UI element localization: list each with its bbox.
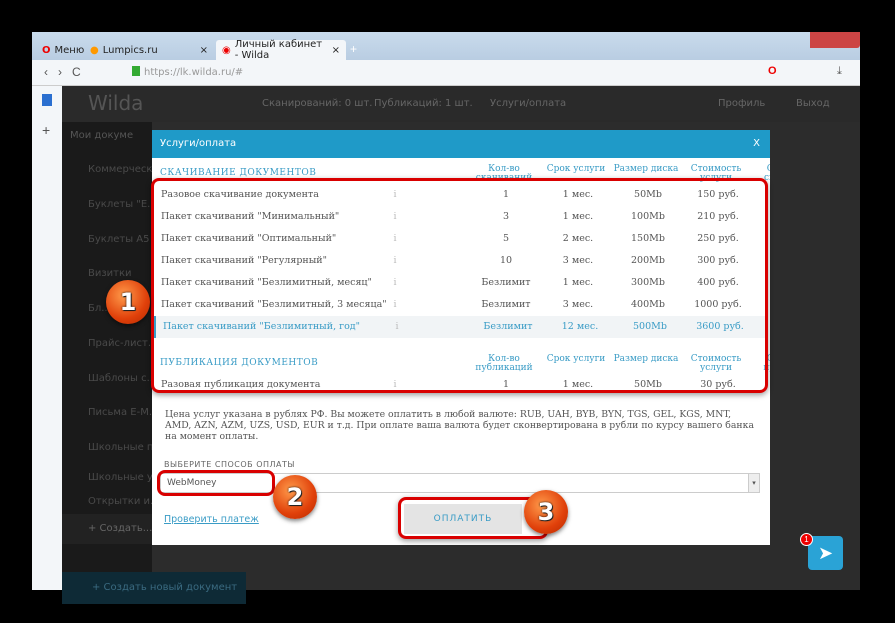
- create-new-document-button[interactable]: + Создать новый документ: [62, 572, 246, 604]
- paper-plane-icon: ➤: [817, 543, 834, 563]
- create-new-label: + Создать новый документ: [92, 582, 238, 593]
- highlight-box-2: [157, 470, 275, 496]
- logo[interactable]: Wilda: [88, 91, 143, 115]
- window-close-button[interactable]: [810, 32, 860, 48]
- opera-sidebar: +: [32, 86, 62, 590]
- wilda-icon: ◉: [222, 44, 231, 56]
- nav-logout[interactable]: Выход: [796, 98, 830, 109]
- close-tab-icon[interactable]: ×: [332, 45, 340, 56]
- highlight-box-1: [151, 178, 768, 393]
- opera-icon: O: [42, 44, 51, 56]
- column-header: Срок услуги: [546, 164, 606, 174]
- sidebar-item[interactable]: Письма E-M...: [88, 407, 152, 418]
- sidebar-item[interactable]: Школьные ур...: [88, 472, 152, 483]
- sidebar-item[interactable]: Буклеты А5: [88, 234, 152, 245]
- chevron-down-icon[interactable]: ▾: [748, 474, 759, 492]
- modal-title: Услуги/оплата: [160, 138, 237, 149]
- tab-label: Личный кабинет - Wilda: [234, 39, 323, 61]
- payment-method-label: ВЫБЕРИТЕ СПОСОБ ОПЛАТЫ: [164, 460, 295, 469]
- create-label: + Создать...: [88, 523, 152, 534]
- sidebar-item[interactable]: Школьные пр...: [88, 442, 152, 453]
- close-button[interactable]: X: [753, 130, 760, 158]
- tab-lumpics[interactable]: ● Lumpics.ru ×: [84, 40, 214, 60]
- nav-scans[interactable]: Сканирований: 0 шт.: [262, 98, 372, 109]
- sidebar-item[interactable]: Коммерческ...: [88, 164, 152, 175]
- url-field[interactable]: https://lk.wilda.ru/#: [144, 64, 764, 82]
- address-bar: ‹›C https://lk.wilda.ru/# O ⤓: [32, 60, 860, 86]
- step-badge-1: 1: [106, 280, 150, 324]
- step-badge-3: 3: [524, 490, 568, 534]
- nav-services[interactable]: Услуги/оплата: [490, 98, 566, 109]
- section-title: СКАЧИВАНИЕ ДОКУМЕНТОВ: [160, 168, 317, 178]
- site-header: Wilda Сканирований: 0 шт. Публикаций: 1 …: [62, 86, 860, 122]
- sidebar-item[interactable]: Визитки: [88, 268, 152, 279]
- nav-publications[interactable]: Публикаций: 1 шт.: [374, 98, 473, 109]
- sidebar-item[interactable]: Буклеты "Е...: [88, 199, 152, 210]
- tab-label: Lumpics.ru: [102, 44, 158, 56]
- sidebar-item[interactable]: Прайс-лист...: [88, 338, 152, 349]
- create-button[interactable]: + Создать...: [62, 514, 152, 544]
- add-icon[interactable]: +: [42, 122, 50, 138]
- download-icon[interactable]: ⤓: [837, 65, 842, 78]
- modal-header: Услуги/оплата X: [152, 130, 770, 158]
- telegram-button[interactable]: ➤: [808, 536, 843, 570]
- sidebar-item[interactable]: Открытки и...: [88, 496, 152, 507]
- notification-badge: 1: [800, 533, 813, 546]
- translate-icon[interactable]: [42, 94, 52, 106]
- opera-menu-tab[interactable]: O Меню: [36, 40, 90, 60]
- step-badge-2: 2: [273, 475, 317, 519]
- nav-profile[interactable]: Профиль: [718, 98, 765, 109]
- tab-bar: O Меню ● Lumpics.ru × ◉ Личный кабинет - Wil…: [32, 32, 860, 61]
- new-tab-icon[interactable]: +: [350, 42, 357, 56]
- tab-wilda[interactable]: ◉ Личный кабинет - Wilda ×: [216, 39, 346, 61]
- column-header: Размер диска: [613, 164, 679, 174]
- lock-icon: [132, 66, 140, 76]
- opera-icon[interactable]: O: [768, 65, 777, 77]
- site-icon: ●: [90, 44, 99, 56]
- sidebar-item[interactable]: Шаблоны с...: [88, 373, 152, 384]
- check-payment-link[interactable]: Проверить платеж: [164, 514, 259, 525]
- tab-label: Меню: [54, 44, 85, 56]
- nav-buttons[interactable]: ‹›C: [44, 65, 91, 79]
- currency-note: Цена услуг указана в рублях РФ. Вы может…: [165, 409, 754, 442]
- sidebar-header[interactable]: Мои документы: [70, 130, 134, 141]
- close-tab-icon[interactable]: ×: [200, 45, 208, 56]
- documents-sidebar: Мои документы Коммерческ... Буклеты "Е..…: [62, 122, 152, 590]
